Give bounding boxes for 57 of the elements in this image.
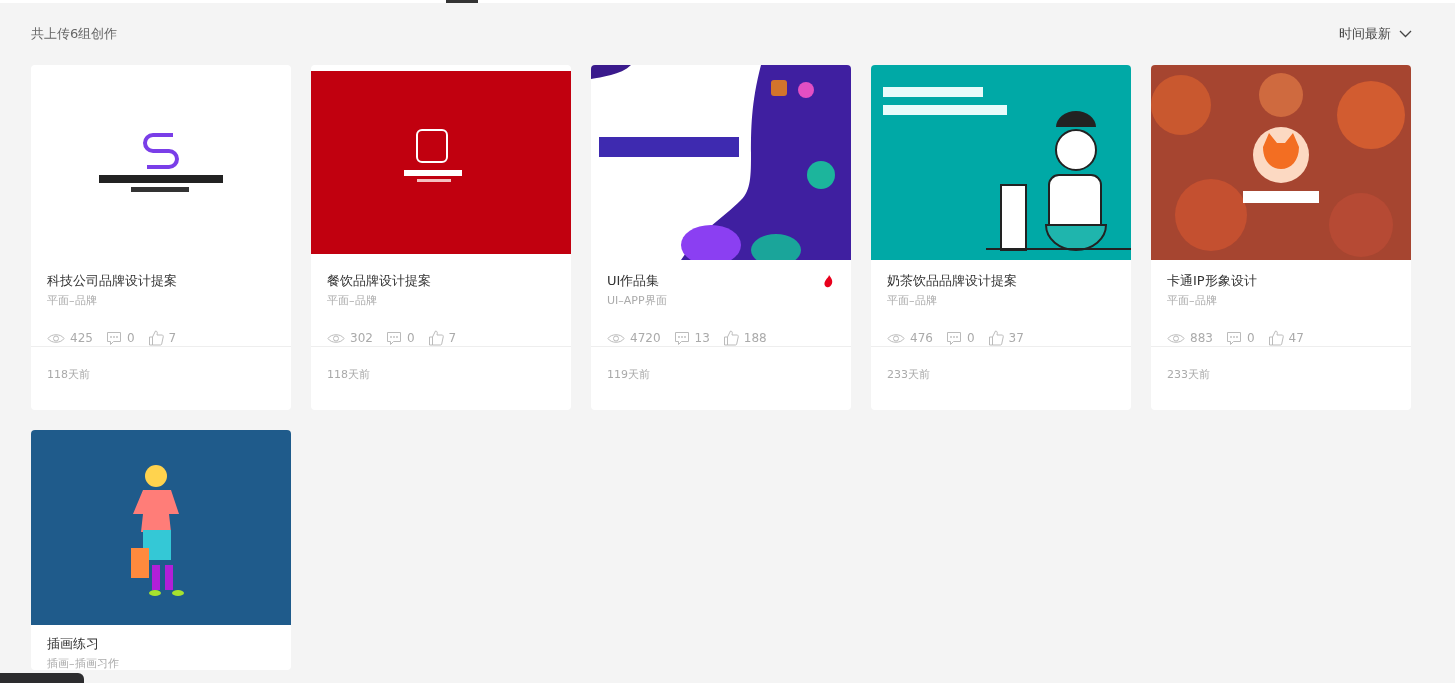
chevron-down-icon [1399,30,1412,38]
comment-icon [385,330,402,346]
like-count: 47 [1288,331,1304,345]
eye-icon [47,332,65,344]
comment-icon [1225,330,1242,346]
view-count: 4720 [630,331,661,345]
thumbs-up-icon [1267,330,1284,346]
comment-icon [945,330,962,346]
work-category: 插画–插画习作 [47,656,120,670]
work-category: UI–APP界面 [607,293,668,308]
work-card[interactable]: 奶茶饮品品牌设计提案 平面–品牌 476 0 37 233天前 [871,65,1131,410]
view-count: 425 [70,331,93,345]
work-card[interactable]: 科技公司品牌设计提案 平面–品牌 425 0 7 118天前 [31,65,291,410]
work-category: 平面–品牌 [1167,293,1218,308]
view-count: 883 [1190,331,1213,345]
view-count: 476 [910,331,933,345]
like-count: 7 [168,331,177,345]
work-category: 平面–品牌 [47,293,98,308]
upload-age: 233天前 [1167,368,1210,381]
thumbs-up-icon [427,330,444,346]
view-count: 302 [350,331,373,345]
work-category: 平面–品牌 [887,293,938,308]
work-title: UI作品集 [607,272,660,290]
upload-age: 118天前 [327,368,370,381]
work-card[interactable]: 插画练习 插画–插画习作 [31,430,291,670]
work-title: 餐饮品牌设计提案 [327,272,431,290]
sort-dropdown[interactable]: 时间最新 [1339,25,1412,43]
work-title: 奶茶饮品品牌设计提案 [887,272,1017,290]
work-title: 插画练习 [47,635,99,653]
eye-icon [607,332,625,344]
comment-count: 0 [966,331,975,345]
works-count: 共上传6组创作 [31,25,118,43]
thumbs-up-icon [722,330,739,346]
like-count: 37 [1008,331,1024,345]
comment-icon [105,330,122,346]
like-count: 188 [743,331,767,345]
thumbs-up-icon [987,330,1004,346]
comment-count: 13 [694,331,710,345]
work-card[interactable]: 卡通IP形象设计 平面–品牌 883 0 47 233天前 [1151,65,1411,410]
work-category: 平面–品牌 [327,293,378,308]
comment-count: 0 [126,331,135,345]
tab-indicator [446,0,478,3]
thumbs-up-icon [147,330,164,346]
work-card[interactable]: 餐饮品牌设计提案 平面–品牌 302 0 7 118天前 [311,65,571,410]
comment-count: 0 [406,331,415,345]
comment-count: 0 [1246,331,1255,345]
comment-icon [673,330,690,346]
eye-icon [887,332,905,344]
upload-age: 233天前 [887,368,930,381]
upload-age: 118天前 [47,368,90,381]
upload-age: 119天前 [607,368,650,381]
like-count: 7 [448,331,457,345]
work-card[interactable]: UI作品集 UI–APP界面 4720 13 188 119天前 [591,65,851,410]
eye-icon [327,332,345,344]
work-title: 科技公司品牌设计提案 [47,272,177,290]
work-title: 卡通IP形象设计 [1167,272,1257,290]
eye-icon [1167,332,1185,344]
